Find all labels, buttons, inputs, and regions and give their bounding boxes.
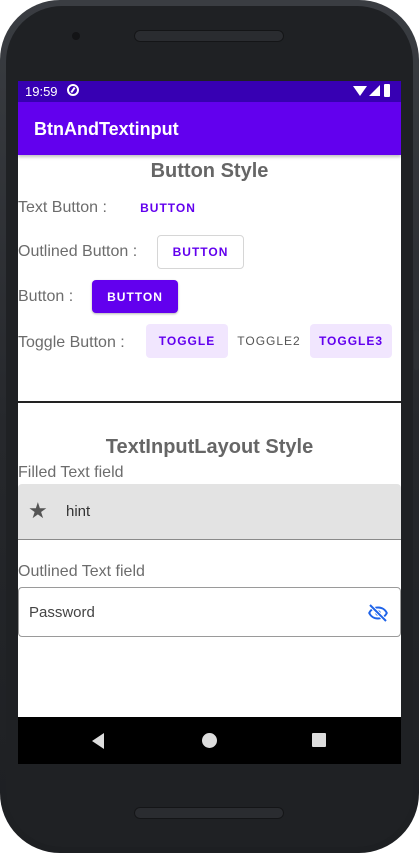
top-speaker [134,30,284,42]
filled-field-hint: hint [66,503,91,520]
textinput-section-title: TextInputLayout Style [105,436,314,458]
sync-icon [67,84,79,96]
app-title: BtnAndTextinput [34,119,179,139]
text-button[interactable]: BUTTON [130,197,206,219]
recents-icon[interactable] [312,733,326,747]
app-bar: BtnAndTextinput [18,102,401,155]
home-icon[interactable] [202,733,217,748]
battery-icon [384,84,390,97]
outlined-button-label: Outlined Button : [18,243,138,260]
power-button[interactable] [414,330,419,370]
password-placeholder: Password [29,604,95,621]
outlined-button[interactable]: BUTTON [157,235,244,269]
toggle-button-1[interactable]: TOGGLE [146,324,228,358]
star-icon: ★ [28,498,48,523]
wifi-icon [353,86,367,96]
signal-icon [369,85,380,96]
filled-button[interactable]: BUTTON [92,280,178,313]
device-frame: 19:59 BtnAndTextinput Button Style Text … [0,0,419,853]
front-camera [72,32,80,40]
visibility-off-icon[interactable] [366,601,390,625]
filled-button-label: Button : [18,288,74,305]
navigation-bar [18,717,401,764]
bottom-speaker [134,807,284,819]
toggle-button-2[interactable]: TOGGLE2 [228,324,310,358]
outlined-field-label: Outlined Text field [18,563,145,580]
filled-field-label: Filled Text field [18,464,124,481]
back-icon[interactable] [92,733,104,749]
button-section-title: Button Style [150,160,269,182]
status-bar: 19:59 [18,81,401,102]
toggle-button-label: Toggle Button : [18,334,125,351]
screen: 19:59 BtnAndTextinput Button Style Text … [18,81,401,764]
password-field[interactable]: Password [18,587,401,637]
volume-button[interactable] [414,250,419,310]
toggle-button-3[interactable]: TOGGLE3 [310,324,392,358]
section-divider [18,401,401,403]
text-button-label: Text Button : [18,199,107,216]
filled-text-field[interactable]: ★ hint [18,484,401,540]
status-time: 19:59 [25,84,58,99]
